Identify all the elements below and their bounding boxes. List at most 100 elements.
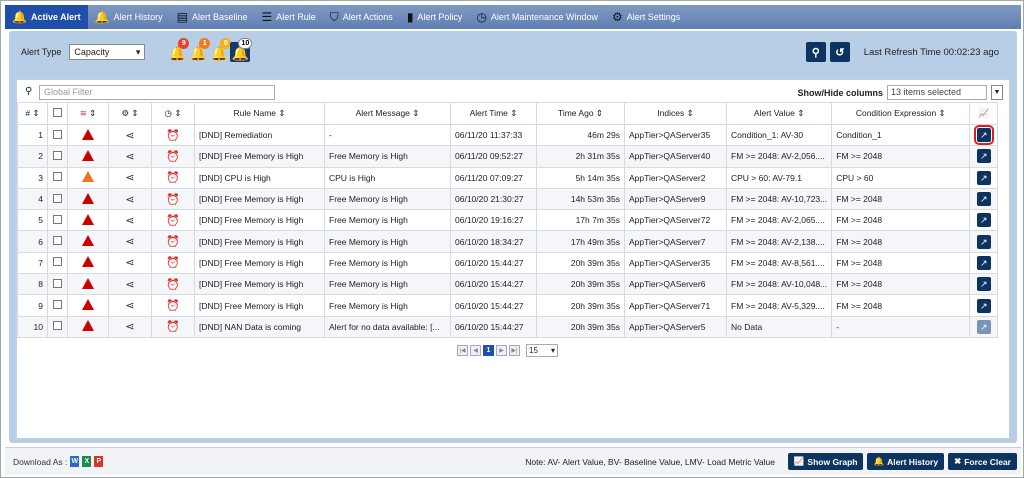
table-row[interactable]: 1 ⋖ ⏰ [DND] Remediation -06/11/20 11:37:33 46… xyxy=(17,123,999,147)
chart-icon[interactable]: ↗ xyxy=(976,319,991,334)
clock-cell[interactable]: ⏰ xyxy=(151,230,195,253)
page-size-select[interactable]: 15 ▾ xyxy=(526,344,558,357)
tab-alert-rule[interactable]: ☰ Alert Rule xyxy=(254,5,322,29)
clock-cell[interactable]: ⏰ xyxy=(151,145,195,168)
clock-cell[interactable]: ⏰ xyxy=(151,273,195,296)
next-page-button[interactable]: ▶ xyxy=(496,345,507,356)
table-row[interactable]: 8 ⋖ ⏰ [DND] Free Memory is High Free Memory … xyxy=(17,273,999,296)
graph-cell[interactable]: ↗ xyxy=(969,209,999,232)
table-row[interactable]: 9 ⋖ ⏰ [DND] Free Memory is High Free Memory … xyxy=(17,294,999,317)
table-row[interactable]: 6 ⋖ ⏰ [DND] Free Memory is High Free Memory … xyxy=(17,230,999,253)
table-row[interactable]: 5 ⋖ ⏰ [DND] Free Memory is High Free Memory … xyxy=(17,209,999,232)
graph-cell[interactable]: ↗ xyxy=(969,251,999,275)
chart-icon[interactable]: ↗ xyxy=(976,234,991,249)
history-icon[interactable]: ↺ xyxy=(829,42,850,62)
col-rule-name[interactable]: Rule Name ⇕ xyxy=(194,102,325,125)
table-row[interactable]: 3 ⋖ ⏰ [DND] CPU is High CPU is High 06/11/20 … xyxy=(17,166,999,189)
col-indices[interactable]: Indices ⇕ xyxy=(624,102,727,125)
share-icon[interactable]: ⋖ xyxy=(125,257,134,269)
alert-history-button[interactable]: 🔔 Alert History xyxy=(867,453,945,470)
table-row[interactable]: 2 ⋖ ⏰ [DND] Free Memory is High Free Memory … xyxy=(17,145,999,168)
chart-icon[interactable]: ↗ xyxy=(976,255,991,270)
share-cell[interactable]: ⋖ xyxy=(108,187,152,211)
clock-cell[interactable]: ⏰ xyxy=(151,251,195,275)
alert-type-select[interactable]: Capacity ▾ xyxy=(69,44,146,60)
chart-icon[interactable]: ↗ xyxy=(976,192,991,207)
share-icon[interactable]: ⋖ xyxy=(125,194,134,206)
tab-active-alert[interactable]: 🔔 Active Alert xyxy=(5,5,88,29)
share-icon[interactable]: ⋖ xyxy=(125,321,134,333)
col-time-ago[interactable]: Time Ago ⇕ xyxy=(536,102,625,125)
row-checkbox[interactable] xyxy=(53,321,62,331)
show-hide-select[interactable]: 13 items selected xyxy=(887,85,987,100)
col-select-all[interactable] xyxy=(47,102,68,125)
col-severity[interactable]: ≋ ⇕ xyxy=(67,102,109,125)
col-number[interactable]: # ⇕ xyxy=(17,102,48,125)
graph-cell[interactable]: ↗ xyxy=(969,123,999,147)
alarm-clock-icon[interactable]: ⏰ xyxy=(166,194,180,206)
row-checkbox-cell[interactable] xyxy=(47,209,68,232)
share-cell[interactable]: ⋖ xyxy=(108,315,152,338)
chart-icon[interactable]: ↗ xyxy=(976,213,991,228)
share-cell[interactable]: ⋖ xyxy=(108,294,152,317)
show-graph-button[interactable]: 📈 Show Graph xyxy=(787,453,864,470)
row-checkbox-cell[interactable] xyxy=(47,230,68,253)
row-checkbox-cell[interactable] xyxy=(47,145,68,168)
share-icon[interactable]: ⋖ xyxy=(125,151,134,163)
alarm-clock-icon[interactable]: ⏰ xyxy=(166,130,180,142)
graph-cell[interactable]: ↗ xyxy=(969,294,999,317)
row-checkbox[interactable] xyxy=(53,257,62,267)
col-sharing[interactable]: ⚙ ⇕ xyxy=(108,102,152,125)
table-row[interactable]: 7 ⋖ ⏰ [DND] Free Memory is High Free Memory … xyxy=(17,251,999,275)
tab-alert-policy[interactable]: ▮ Alert Policy xyxy=(400,5,470,29)
chart-icon[interactable]: ↗ xyxy=(976,149,991,164)
alarm-clock-icon[interactable]: ⏰ xyxy=(166,172,180,184)
force-clear-button[interactable]: ✖ Force Clear xyxy=(948,453,1017,470)
row-checkbox[interactable] xyxy=(53,214,62,224)
clock-cell[interactable]: ⏰ xyxy=(151,315,195,338)
col-alert-value[interactable]: Alert Value ⇕ xyxy=(725,102,833,125)
share-icon[interactable]: ⋖ xyxy=(125,215,134,227)
clock-cell[interactable]: ⏰ xyxy=(151,294,195,317)
share-cell[interactable]: ⋖ xyxy=(108,145,152,168)
tab-alert-settings[interactable]: ⚙ Alert Settings xyxy=(605,5,687,29)
share-icon[interactable]: ⋖ xyxy=(125,236,134,248)
page-1-button[interactable]: 1 xyxy=(483,345,494,356)
row-checkbox[interactable] xyxy=(53,150,62,160)
clock-cell[interactable]: ⏰ xyxy=(151,123,195,147)
share-cell[interactable]: ⋖ xyxy=(108,123,152,147)
alarm-clock-icon[interactable]: ⏰ xyxy=(166,321,180,333)
share-icon[interactable]: ⋖ xyxy=(125,279,134,291)
col-condition-expression[interactable]: Condition Expression ⇕ xyxy=(831,102,971,125)
row-checkbox-cell[interactable] xyxy=(47,315,68,338)
row-checkbox[interactable] xyxy=(53,129,62,139)
tab-alert-actions[interactable]: ⛉ Alert Actions xyxy=(323,5,400,29)
graph-cell[interactable]: ↗ xyxy=(969,145,999,168)
chart-icon[interactable]: ↗ xyxy=(973,125,994,145)
excel-icon[interactable]: X xyxy=(82,456,92,467)
row-checkbox-cell[interactable] xyxy=(47,294,68,317)
first-page-button[interactable]: |◀ xyxy=(457,345,468,356)
table-row[interactable]: 4 ⋖ ⏰ [DND] Free Memory is High Free Memory … xyxy=(17,187,999,211)
graph-cell[interactable]: ↗ xyxy=(969,166,999,189)
pdf-icon[interactable]: P xyxy=(94,456,104,467)
row-checkbox[interactable] xyxy=(53,278,62,288)
chart-icon[interactable]: ↗ xyxy=(976,298,991,313)
severity-bell[interactable]: 🔔 1 xyxy=(188,38,211,62)
row-checkbox[interactable] xyxy=(53,193,62,203)
chart-icon[interactable]: ↗ xyxy=(976,277,991,292)
row-checkbox-cell[interactable] xyxy=(47,251,68,275)
clock-cell[interactable]: ⏰ xyxy=(151,209,195,232)
global-filter-input[interactable]: Global Filter xyxy=(39,85,275,100)
share-icon[interactable]: ⋖ xyxy=(125,130,134,142)
last-page-button[interactable]: ▶| xyxy=(509,345,520,356)
row-checkbox[interactable] xyxy=(53,300,62,310)
table-row[interactable]: 10 ⋖ ⏰ [DND] NAN Data is coming Alert for no… xyxy=(17,315,999,338)
alarm-clock-icon[interactable]: ⏰ xyxy=(166,257,180,269)
graph-cell[interactable]: ↗ xyxy=(969,230,999,253)
alarm-clock-icon[interactable]: ⏰ xyxy=(166,215,180,227)
graph-cell[interactable]: ↗ xyxy=(969,187,999,211)
chart-icon[interactable]: ↗ xyxy=(976,170,991,185)
row-checkbox-cell[interactable] xyxy=(47,166,68,189)
alarm-clock-icon[interactable]: ⏰ xyxy=(166,236,180,248)
